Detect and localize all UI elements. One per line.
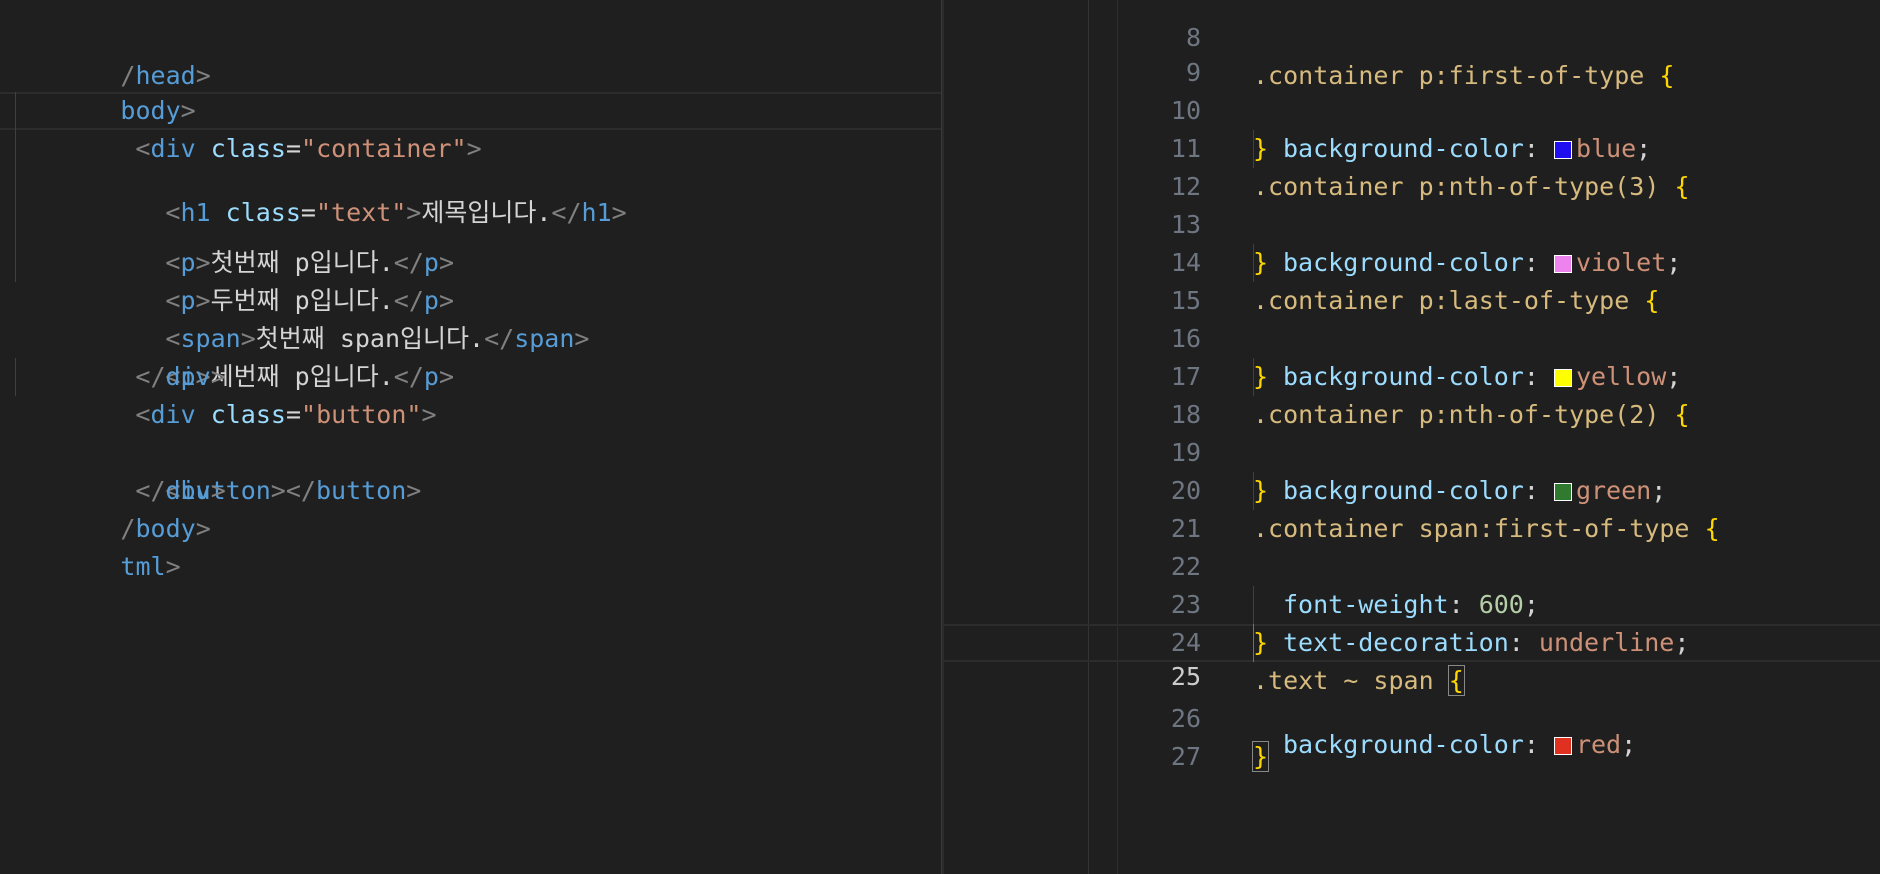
indent-guide <box>15 168 16 206</box>
indent-guide <box>15 358 16 396</box>
css-code-line[interactable]: 20 .container span:first-of-type { <box>944 434 1880 543</box>
css-code-line[interactable]: 17 .container p:nth-of-type(2) { <box>944 320 1880 429</box>
code-line[interactable]: <p>두번째 p입니다.</p> <box>0 168 941 315</box>
css-code-line[interactable]: 16 } <box>944 282 1880 391</box>
indent-guide <box>15 130 16 168</box>
color-swatch-icon[interactable] <box>1553 737 1572 755</box>
code-line[interactable]: </div> <box>0 396 941 505</box>
line-number: 27 <box>1170 742 1201 771</box>
css-code-line[interactable]: 14 .container p:last-of-type { <box>944 206 1880 315</box>
css-editor-pane[interactable]: 8 .container p:first-of-type { 9 backgro… <box>944 0 1880 874</box>
css-code-line[interactable]: 13 } <box>944 168 1880 277</box>
css-code-line[interactable]: 24 .text ~ span { <box>944 586 1880 696</box>
code-line[interactable]: <p>첫번째 p입니다.</p> <box>0 130 941 277</box>
code-line[interactable]: /body> <box>0 434 941 543</box>
tag-close-bracket: > <box>165 552 181 581</box>
css-code-line[interactable]: 11 .container p:nth-of-type(3) { <box>944 92 1880 201</box>
code-line[interactable]: tml> <box>0 472 941 581</box>
css-code-line[interactable]: 10 } <box>944 54 1880 163</box>
tag-name: tml <box>120 552 166 581</box>
html-editor-pane[interactable]: /head> body> <div class="container"> <h1… <box>0 0 941 874</box>
css-code-line[interactable]: 27 <box>944 700 1880 771</box>
code-line[interactable]: body> <box>0 16 941 125</box>
code-line[interactable]: <button></button> <box>0 358 941 505</box>
tag-close-bracket: > <box>195 514 211 543</box>
code-editor: /head> body> <div class="container"> <h1… <box>0 0 1880 874</box>
indent-guide <box>15 206 16 244</box>
css-code-line[interactable]: 12 background-color: violet; <box>944 130 1880 282</box>
code-line[interactable]: </div> <box>0 282 941 391</box>
css-code-line[interactable]: 19 } <box>944 396 1880 505</box>
code-line[interactable]: <span>첫번째 span입니다.</span> <box>0 206 941 353</box>
css-code-line[interactable]: 18 background-color: green; <box>944 358 1880 510</box>
indent-guide <box>15 244 16 282</box>
css-code-line-active[interactable]: 25 background-color: red; <box>944 624 1880 759</box>
indent-guide <box>1253 624 1254 662</box>
css-code-line[interactable]: 21 font-weight: 600; <box>944 472 1880 624</box>
code-line[interactable]: <div class="button"> <box>0 320 941 429</box>
code-line[interactable]: <p>세번째 p입니다.</p> <box>0 244 941 391</box>
css-code-line[interactable]: 26 } <box>944 662 1880 772</box>
css-code-line[interactable]: 22 text-decoration: underline; <box>944 510 1880 662</box>
close-brace-matched: } <box>1251 741 1270 772</box>
code-line-active[interactable]: <h1 class="text">제목입니다.</h1> <box>0 92 941 227</box>
css-code-line[interactable]: 23 } <box>944 548 1880 657</box>
code-line[interactable]: <div class="container"> <box>0 54 941 163</box>
css-code-line[interactable]: 9 background-color: blue; <box>944 16 1880 168</box>
css-code-line[interactable]: 15 background-color: yellow; <box>944 244 1880 396</box>
indent-guide <box>15 92 16 130</box>
